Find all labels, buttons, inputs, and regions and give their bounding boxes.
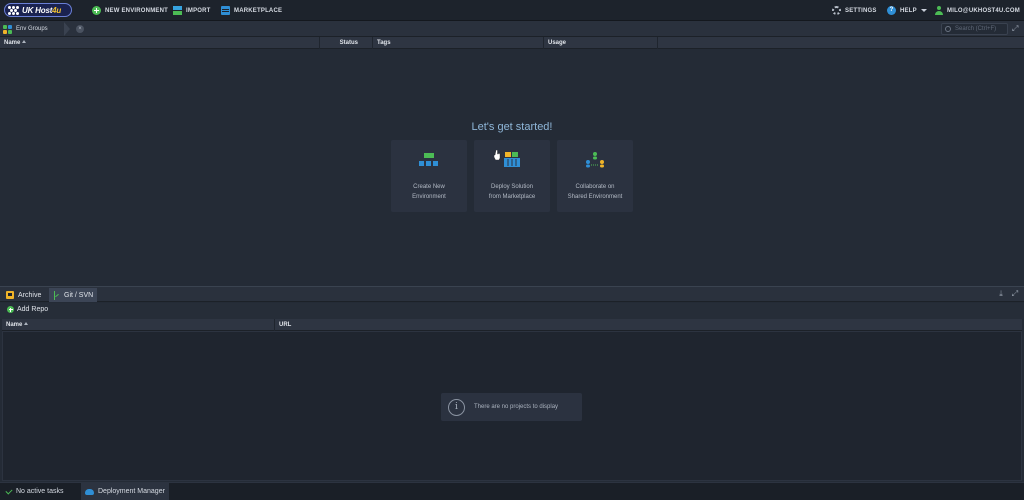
column-tags[interactable]: Tags: [373, 37, 544, 49]
column-name[interactable]: Name: [2, 319, 275, 331]
column-usage[interactable]: Usage: [544, 37, 658, 49]
env-groups-button[interactable]: Env Groups: [3, 22, 48, 36]
archive-icon: [6, 291, 14, 299]
add-repo-label: Add Repo: [17, 306, 49, 313]
env-groups-label: Env Groups: [16, 26, 48, 32]
check-icon: [5, 486, 13, 495]
import-label: IMPORT: [186, 7, 211, 14]
deployment-manager-label: Deployment Manager: [98, 488, 165, 495]
deploy-marketplace-label: Deploy Solution from Marketplace: [488, 184, 536, 200]
close-icon[interactable]: ×: [76, 25, 84, 33]
git-icon: [53, 290, 60, 300]
user-icon: [935, 6, 943, 15]
deployment-manager-tab[interactable]: Deployment Manager: [81, 483, 169, 500]
marketplace-basket-icon: [504, 152, 520, 167]
user-menu[interactable]: MILO@UKHOST4U.COM: [935, 0, 1024, 21]
search-placeholder: Search (Ctrl+F): [955, 26, 997, 32]
help-label: HELP: [900, 7, 917, 14]
marketplace-label: MARKETPLACE: [234, 7, 283, 14]
get-started-heading: Let's get started!: [471, 121, 553, 133]
add-repo-button[interactable]: Add Repo: [7, 306, 48, 313]
empty-message-text: There are no projects to display: [474, 404, 559, 410]
info-icon: i: [448, 398, 465, 416]
column-name[interactable]: Name: [0, 37, 320, 49]
help-icon: ?: [887, 6, 896, 15]
logo-icon: [8, 5, 20, 15]
sort-ascending-icon: [22, 40, 27, 43]
collaborate-card[interactable]: Collaborate on Shared Environment: [557, 140, 633, 212]
hand-cursor-icon: [494, 150, 501, 160]
status-bar: No active tasks Deployment Manager: [0, 482, 1024, 500]
env-grid-header: Name Status Tags Usage: [0, 37, 1024, 49]
repo-grid-header: Name URL: [2, 319, 1022, 331]
logo-text: UK Host4u: [22, 5, 62, 15]
marketplace-icon: [221, 6, 230, 15]
tasks-status-label: No active tasks: [16, 488, 64, 495]
logo[interactable]: UK Host4u: [4, 3, 72, 17]
repo-toolbar: Add Repo: [0, 303, 1024, 319]
expand-icon[interactable]: ⤢: [1012, 25, 1020, 33]
tasks-status[interactable]: No active tasks: [2, 483, 67, 500]
tab-archive-label: Archive: [18, 291, 42, 299]
top-bar: UK Host4u NEW ENVIRONMENT IMPORT MARKETP…: [0, 0, 1024, 21]
sort-ascending-icon: [24, 322, 29, 325]
settings-button[interactable]: SETTINGS: [832, 0, 877, 21]
create-environment-label: Create New Environment: [412, 184, 446, 200]
column-url[interactable]: URL: [275, 319, 1022, 331]
new-environment-label: NEW ENVIRONMENT: [105, 7, 168, 14]
tab-git-svn[interactable]: Git / SVN: [49, 288, 98, 302]
create-environment-icon: [419, 153, 438, 166]
plus-circle-icon: [92, 6, 101, 15]
bottom-panel-tabs: Archive Git / SVN: [0, 286, 1024, 302]
env-groups-icon: [3, 24, 12, 34]
search-input[interactable]: Search (Ctrl+F): [941, 23, 1008, 35]
empty-message: i There are no projects to display: [441, 393, 582, 421]
marketplace-button[interactable]: MARKETPLACE: [221, 0, 282, 21]
collaborate-users-icon: [586, 152, 604, 168]
tab-git-svn-label: Git / SVN: [64, 291, 94, 299]
cloud-icon: [85, 488, 94, 495]
user-email: MILO@UKHOST4U.COM: [947, 7, 1020, 14]
deploy-marketplace-card[interactable]: Deploy Solution from Marketplace: [474, 140, 550, 212]
expand-icon[interactable]: ⤢: [1011, 290, 1019, 298]
new-environment-button[interactable]: NEW ENVIRONMENT: [92, 0, 168, 21]
settings-label: SETTINGS: [845, 7, 877, 14]
column-status[interactable]: Status: [320, 37, 373, 49]
chevron-down-icon: [920, 9, 927, 12]
tab-archive[interactable]: Archive: [2, 288, 45, 302]
create-environment-card[interactable]: Create New Environment: [391, 140, 467, 212]
import-button[interactable]: IMPORT: [173, 0, 211, 21]
plus-circle-icon: [7, 306, 14, 313]
search-icon: [945, 26, 951, 32]
env-groups-bar: Env Groups × Search (Ctrl+F) ⤢: [0, 21, 1024, 37]
help-menu[interactable]: ? HELP: [887, 0, 927, 21]
import-icon: [173, 6, 182, 15]
breadcrumb-separator: [64, 22, 70, 36]
collaborate-label: Collaborate on Shared Environment: [567, 184, 623, 200]
gear-icon: [832, 6, 841, 15]
download-icon[interactable]: ⤓: [997, 290, 1005, 298]
